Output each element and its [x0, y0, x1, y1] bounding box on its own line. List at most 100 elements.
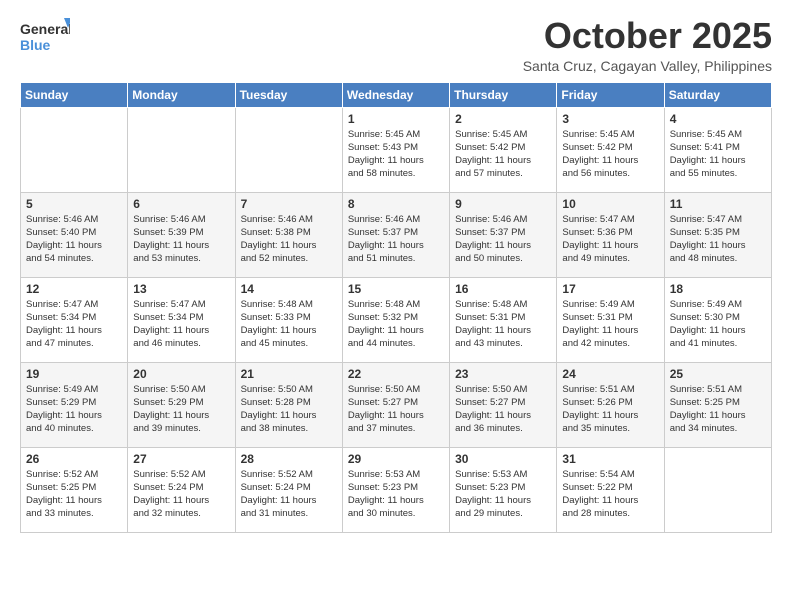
day-info: Sunrise: 5:50 AMSunset: 5:27 PMDaylight:… — [348, 383, 444, 436]
day-number: 5 — [26, 197, 122, 211]
day-info: Sunrise: 5:53 AMSunset: 5:23 PMDaylight:… — [348, 468, 444, 521]
weekday-header: Thursday — [450, 82, 557, 107]
day-number: 20 — [133, 367, 229, 381]
title-block: October 2025 Santa Cruz, Cagayan Valley,… — [523, 16, 772, 74]
day-info: Sunrise: 5:45 AMSunset: 5:42 PMDaylight:… — [455, 128, 551, 181]
day-number: 11 — [670, 197, 766, 211]
day-info: Sunrise: 5:50 AMSunset: 5:29 PMDaylight:… — [133, 383, 229, 436]
day-info: Sunrise: 5:49 AMSunset: 5:29 PMDaylight:… — [26, 383, 122, 436]
calendar-cell: 14Sunrise: 5:48 AMSunset: 5:33 PMDayligh… — [235, 277, 342, 362]
day-info: Sunrise: 5:47 AMSunset: 5:34 PMDaylight:… — [26, 298, 122, 351]
calendar-cell: 5 Sunrise: 5:46 AMSunset: 5:40 PMDaylight… — [21, 192, 128, 277]
day-info: Sunrise: 5:46 AMSunset: 5:40 PMDaylight:… — [26, 213, 122, 266]
day-info: Sunrise: 5:54 AMSunset: 5:22 PMDaylight:… — [562, 468, 658, 521]
calendar-cell: 22 Sunrise: 5:50 AMSunset: 5:27 PMDayligh… — [342, 362, 449, 447]
day-number: 1 — [348, 112, 444, 126]
weekday-header: Wednesday — [342, 82, 449, 107]
day-number: 6 — [133, 197, 229, 211]
day-number: 8 — [348, 197, 444, 211]
day-info: Sunrise: 5:46 AMSunset: 5:39 PMDaylight:… — [133, 213, 229, 266]
calendar-cell: 24 Sunrise: 5:51 AMSunset: 5:26 PMDayligh… — [557, 362, 664, 447]
calendar-cell: 25 Sunrise: 5:51 AMSunset: 5:25 PMDayligh… — [664, 362, 771, 447]
day-info: Sunrise: 5:49 AMSunset: 5:31 PMDaylight:… — [562, 298, 658, 351]
svg-text:Blue: Blue — [20, 37, 51, 53]
calendar-cell: 16 Sunrise: 5:48 AMSunset: 5:31 PMDayligh… — [450, 277, 557, 362]
day-info: Sunrise: 5:48 AMSunset: 5:31 PMDaylight:… — [455, 298, 551, 351]
calendar-cell: 18 Sunrise: 5:49 AMSunset: 5:30 PMDayligh… — [664, 277, 771, 362]
calendar-cell: 6 Sunrise: 5:46 AMSunset: 5:39 PMDaylight… — [128, 192, 235, 277]
calendar-cell: 4 Sunrise: 5:45 AMSunset: 5:41 PMDaylight… — [664, 107, 771, 192]
logo: General Blue — [20, 16, 70, 58]
calendar-header-row: SundayMondayTuesdayWednesdayThursdayFrid… — [21, 82, 772, 107]
calendar-cell: 30Sunrise: 5:53 AMSunset: 5:23 PMDayligh… — [450, 447, 557, 532]
day-number: 18 — [670, 282, 766, 296]
calendar-cell: 29Sunrise: 5:53 AMSunset: 5:23 PMDayligh… — [342, 447, 449, 532]
calendar-week-row: 1 Sunrise: 5:45 AMSunset: 5:43 PMDaylight… — [21, 107, 772, 192]
calendar-cell: 3Sunrise: 5:45 AMSunset: 5:42 PMDaylight… — [557, 107, 664, 192]
day-number: 4 — [670, 112, 766, 126]
day-number: 12 — [26, 282, 122, 296]
calendar-cell: 28 Sunrise: 5:52 AMSunset: 5:24 PMDayligh… — [235, 447, 342, 532]
day-number: 13 — [133, 282, 229, 296]
day-number: 27 — [133, 452, 229, 466]
calendar-week-row: 19 Sunrise: 5:49 AMSunset: 5:29 PMDayligh… — [21, 362, 772, 447]
day-info: Sunrise: 5:45 AMSunset: 5:41 PMDaylight:… — [670, 128, 766, 181]
day-info: Sunrise: 5:46 AMSunset: 5:37 PMDaylight:… — [348, 213, 444, 266]
day-number: 28 — [241, 452, 337, 466]
calendar-cell: 20 Sunrise: 5:50 AMSunset: 5:29 PMDayligh… — [128, 362, 235, 447]
calendar-cell: 2Sunrise: 5:45 AMSunset: 5:42 PMDaylight… — [450, 107, 557, 192]
location-subtitle: Santa Cruz, Cagayan Valley, Philippines — [523, 58, 772, 74]
calendar-cell: 1 Sunrise: 5:45 AMSunset: 5:43 PMDaylight… — [342, 107, 449, 192]
calendar-cell: 12 Sunrise: 5:47 AMSunset: 5:34 PMDayligh… — [21, 277, 128, 362]
calendar-cell — [235, 107, 342, 192]
calendar-table: SundayMondayTuesdayWednesdayThursdayFrid… — [20, 82, 772, 533]
day-info: Sunrise: 5:47 AMSunset: 5:35 PMDaylight:… — [670, 213, 766, 266]
calendar-week-row: 26Sunrise: 5:52 AMSunset: 5:25 PMDayligh… — [21, 447, 772, 532]
day-number: 25 — [670, 367, 766, 381]
day-number: 19 — [26, 367, 122, 381]
day-info: Sunrise: 5:50 AMSunset: 5:27 PMDaylight:… — [455, 383, 551, 436]
day-info: Sunrise: 5:45 AMSunset: 5:43 PMDaylight:… — [348, 128, 444, 181]
calendar-cell: 19 Sunrise: 5:49 AMSunset: 5:29 PMDayligh… — [21, 362, 128, 447]
calendar-cell: 15 Sunrise: 5:48 AMSunset: 5:32 PMDayligh… — [342, 277, 449, 362]
calendar-cell: 17 Sunrise: 5:49 AMSunset: 5:31 PMDayligh… — [557, 277, 664, 362]
day-number: 7 — [241, 197, 337, 211]
day-number: 23 — [455, 367, 551, 381]
day-number: 17 — [562, 282, 658, 296]
calendar-cell — [128, 107, 235, 192]
weekday-header: Monday — [128, 82, 235, 107]
day-number: 9 — [455, 197, 551, 211]
calendar-cell — [664, 447, 771, 532]
weekday-header: Friday — [557, 82, 664, 107]
weekday-header: Saturday — [664, 82, 771, 107]
calendar-cell: 10 Sunrise: 5:47 AMSunset: 5:36 PMDayligh… — [557, 192, 664, 277]
day-number: 10 — [562, 197, 658, 211]
day-info: Sunrise: 5:52 AMSunset: 5:24 PMDaylight:… — [241, 468, 337, 521]
calendar-cell: 31Sunrise: 5:54 AMSunset: 5:22 PMDayligh… — [557, 447, 664, 532]
day-info: Sunrise: 5:49 AMSunset: 5:30 PMDaylight:… — [670, 298, 766, 351]
day-info: Sunrise: 5:47 AMSunset: 5:36 PMDaylight:… — [562, 213, 658, 266]
month-title: October 2025 — [523, 16, 772, 56]
day-info: Sunrise: 5:51 AMSunset: 5:25 PMDaylight:… — [670, 383, 766, 436]
calendar-cell: 13 Sunrise: 5:47 AMSunset: 5:34 PMDayligh… — [128, 277, 235, 362]
calendar-cell: 27 Sunrise: 5:52 AMSunset: 5:24 PMDayligh… — [128, 447, 235, 532]
day-number: 26 — [26, 452, 122, 466]
calendar-week-row: 5 Sunrise: 5:46 AMSunset: 5:40 PMDaylight… — [21, 192, 772, 277]
day-number: 16 — [455, 282, 551, 296]
calendar-cell: 26Sunrise: 5:52 AMSunset: 5:25 PMDayligh… — [21, 447, 128, 532]
page-header: General Blue October 2025 Santa Cruz, Ca… — [20, 16, 772, 74]
calendar-cell: 23 Sunrise: 5:50 AMSunset: 5:27 PMDayligh… — [450, 362, 557, 447]
day-number: 21 — [241, 367, 337, 381]
day-info: Sunrise: 5:50 AMSunset: 5:28 PMDaylight:… — [241, 383, 337, 436]
day-number: 24 — [562, 367, 658, 381]
day-info: Sunrise: 5:52 AMSunset: 5:24 PMDaylight:… — [133, 468, 229, 521]
calendar-cell: 7Sunrise: 5:46 AMSunset: 5:38 PMDaylight… — [235, 192, 342, 277]
logo-svg: General Blue — [20, 16, 70, 58]
day-info: Sunrise: 5:51 AMSunset: 5:26 PMDaylight:… — [562, 383, 658, 436]
day-info: Sunrise: 5:48 AMSunset: 5:33 PMDaylight:… — [241, 298, 337, 351]
day-info: Sunrise: 5:47 AMSunset: 5:34 PMDaylight:… — [133, 298, 229, 351]
day-number: 15 — [348, 282, 444, 296]
day-number: 22 — [348, 367, 444, 381]
day-info: Sunrise: 5:48 AMSunset: 5:32 PMDaylight:… — [348, 298, 444, 351]
calendar-cell — [21, 107, 128, 192]
